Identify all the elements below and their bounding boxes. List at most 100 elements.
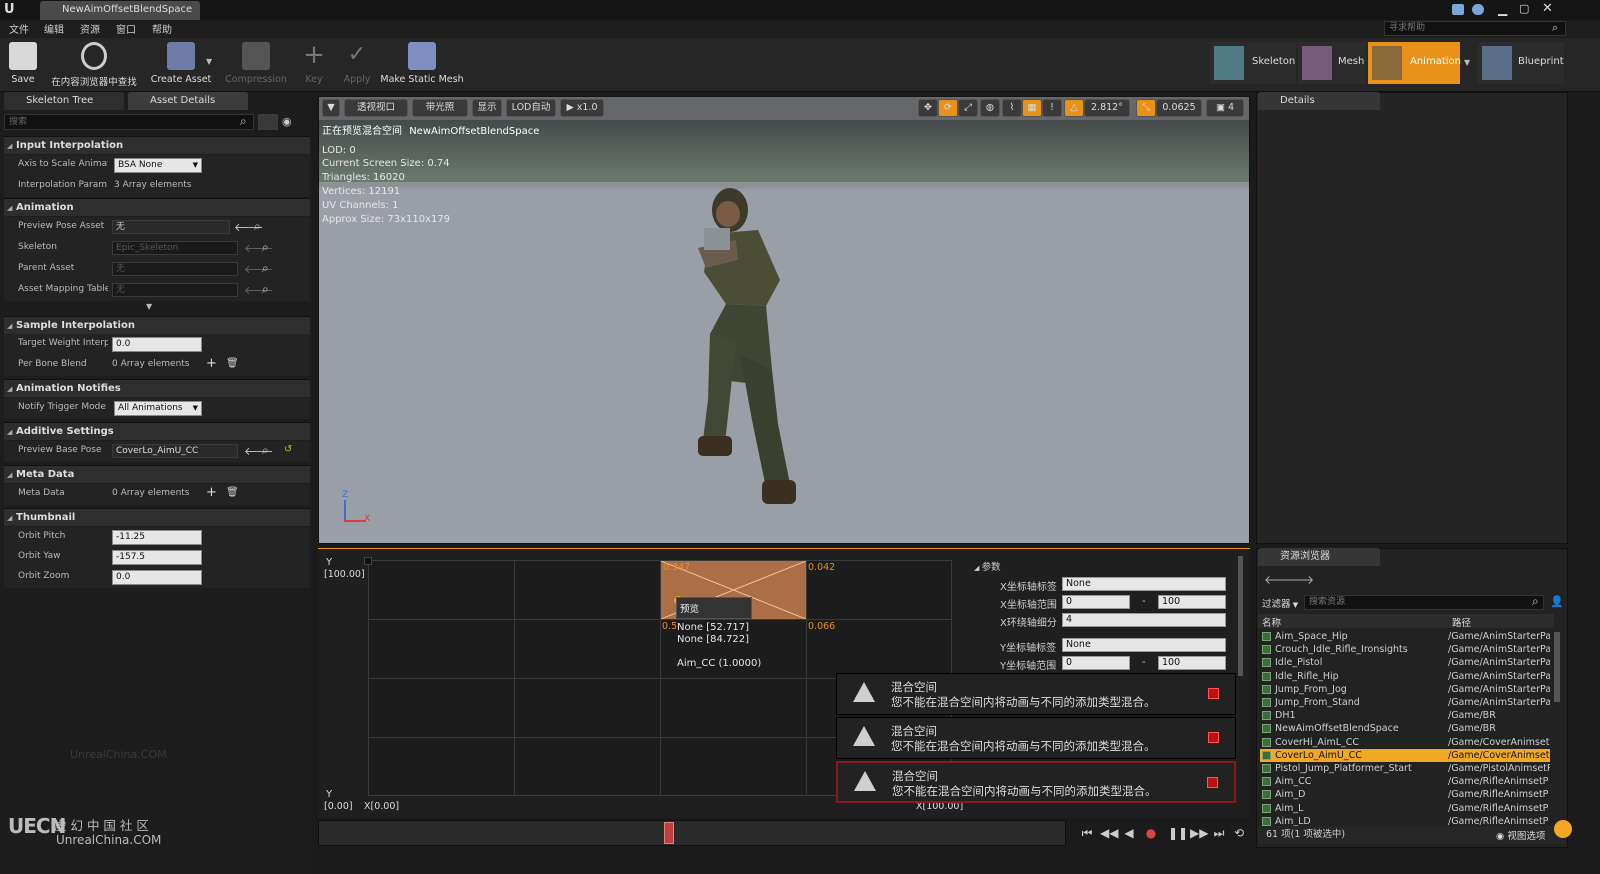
list-item[interactable]: Aim_L/Game/RifleAnimsetP (1260, 802, 1550, 815)
add-element-icon[interactable]: + (206, 485, 217, 500)
list-item[interactable]: Aim_CC/Game/RifleAnimsetP (1260, 775, 1550, 788)
section-sample-interpolation[interactable]: Sample Interpolation (4, 316, 310, 335)
x-divisions-input[interactable]: 4 (1062, 613, 1226, 627)
maximize-icon[interactable]: ▢ (1519, 2, 1533, 15)
mode-dropdown-icon[interactable]: ▼ (1464, 58, 1470, 67)
menu-asset[interactable]: 资源 (80, 21, 100, 36)
key-button[interactable]: + Key (296, 40, 332, 90)
menu-edit[interactable]: 编辑 (44, 21, 64, 36)
trash-icon[interactable]: 🗑 (226, 487, 239, 498)
loop-icon[interactable]: ⟲ (1232, 826, 1246, 840)
browse-icon[interactable]: ⌕ (262, 261, 269, 276)
mode-animation-button[interactable]: Animation (1368, 42, 1461, 84)
asset-editor-tab[interactable]: NewAimOffsetBlendSpace (40, 1, 200, 20)
lit-button[interactable]: 带光照 (412, 99, 468, 117)
close-icon[interactable]: ✕ (1542, 1, 1556, 16)
list-item[interactable]: Aim_Space_Hip/Game/AnimStarterPa (1260, 630, 1550, 643)
compression-button[interactable]: Compression (222, 40, 290, 90)
list-item[interactable]: Idle_Rifle_Hip/Game/AnimStarterPa (1260, 670, 1550, 683)
x-range-min-input[interactable]: 0 (1062, 595, 1130, 609)
menu-window[interactable]: 窗口 (116, 21, 136, 36)
step-back-icon[interactable]: ◀◀ (1100, 826, 1118, 840)
lod-button[interactable]: LOD自动 (506, 99, 556, 117)
menu-help[interactable]: 帮助 (152, 21, 172, 36)
browse-icon[interactable]: ⌕ (262, 443, 269, 458)
section-meta-data[interactable]: Meta Data (4, 465, 310, 484)
list-item[interactable]: DH1/Game/BR (1260, 709, 1550, 722)
minimize-icon[interactable]: ▁ (1498, 2, 1512, 16)
list-item[interactable]: CoverHi_AimL_CC/Game/CoverAnimsetI (1260, 736, 1550, 749)
scale-icon[interactable]: ⤢ (958, 99, 978, 117)
camera-speed-button[interactable]: ▣ 4 (1206, 99, 1244, 117)
user-icon[interactable]: 👤 (1550, 595, 1564, 608)
rotation-snap-value[interactable]: 2.812° (1084, 99, 1130, 117)
find-in-content-browser-button[interactable]: 在内容浏览器中查找 (46, 40, 142, 90)
scale-snap-value[interactable]: 0.0625 (1156, 99, 1202, 117)
col-path[interactable]: 路径 (1452, 615, 1471, 629)
property-matrix-icon[interactable] (258, 114, 278, 130)
notification-icon[interactable] (1452, 4, 1464, 15)
pause-icon[interactable]: ❚❚ (1168, 826, 1188, 840)
grid-snap-icon[interactable]: ▦ (1022, 99, 1042, 117)
list-item[interactable]: Jump_From_Jog/Game/AnimStarterPa (1260, 683, 1550, 696)
apply-button[interactable]: ✓ Apply (338, 40, 376, 90)
target-weight-input[interactable]: 0.0 (112, 337, 202, 352)
create-asset-dropdown-icon[interactable]: ▼ (206, 57, 212, 66)
section-additive-settings[interactable]: Additive Settings (4, 422, 310, 441)
play-reverse-icon[interactable]: ◀ (1122, 826, 1136, 840)
viewport-options-button[interactable]: ▼ (322, 99, 340, 117)
surface-snap-icon[interactable]: ⌇ (1002, 99, 1022, 117)
timeline-scrubber[interactable] (664, 822, 674, 844)
section-animation[interactable]: Animation (4, 198, 310, 217)
x-axis-label-input[interactable]: None (1062, 577, 1226, 591)
menu-file[interactable]: 文件 (9, 21, 29, 36)
list-item[interactable]: Pistol_Jump_Platformer_Start/Game/Pistol… (1260, 762, 1550, 775)
browse-icon[interactable]: ⌕ (262, 282, 269, 297)
browse-icon[interactable]: ⌕ (262, 240, 269, 255)
list-item[interactable]: Aim_D/Game/RifleAnimsetP (1260, 788, 1550, 801)
make-static-mesh-button[interactable]: Make Static Mesh (380, 40, 464, 90)
preview-pose-combo[interactable]: 无 (112, 220, 230, 234)
reset-to-default-icon[interactable]: ↺ (284, 444, 292, 455)
asset-search-input[interactable]: 搜索资源 (1304, 595, 1544, 610)
notify-mode-combo[interactable]: All Animations ▼ (114, 401, 202, 416)
tab-content-browser[interactable]: 资源浏览器 (1258, 548, 1380, 566)
forward-arrow-icon[interactable]: 🡒 (1282, 572, 1314, 587)
filter-button[interactable]: 过滤器 ▼ (1262, 596, 1298, 610)
grid-size-button[interactable]: ! (1042, 99, 1062, 117)
scale-snap-icon[interactable]: ⤡ (1136, 99, 1156, 117)
params-scrollbar[interactable] (1238, 556, 1243, 676)
params-header[interactable]: ◢ 参数 (974, 559, 1001, 573)
orbit-zoom-input[interactable]: 0.0 (112, 570, 202, 585)
base-pose-combo[interactable]: CoverLo_AimU_CC (112, 444, 238, 458)
y-range-max-input[interactable]: 100 (1158, 656, 1226, 670)
world-local-icon[interactable]: ◍ (980, 99, 1000, 117)
mode-skeleton-button[interactable]: Skeleton (1210, 42, 1296, 84)
tab-skeleton-tree[interactable]: Skeleton Tree (4, 92, 124, 110)
perspective-button[interactable]: 透视视口 (344, 99, 408, 117)
rotation-snap-icon[interactable]: △ (1064, 99, 1084, 117)
view-options-button[interactable]: ◉ 视图选项 (1496, 828, 1545, 842)
list-item[interactable]: Jump_From_Stand/Game/AnimStarterPa (1260, 696, 1550, 709)
close-icon[interactable] (1208, 688, 1219, 699)
list-item[interactable]: Idle_Pistol/Game/AnimStarterPa (1260, 656, 1550, 669)
orbit-yaw-input[interactable]: -157.5 (112, 550, 202, 565)
step-forward-icon[interactable]: ▶▶ (1190, 826, 1208, 840)
y-axis-label-input[interactable]: None (1062, 638, 1226, 652)
mode-mesh-button[interactable]: Mesh (1298, 42, 1366, 84)
playback-speed-button[interactable]: ▶ x1.0 (560, 99, 604, 117)
close-icon[interactable] (1208, 732, 1219, 743)
list-item[interactable]: NewAimOffsetBlendSpace/Game/BR (1260, 722, 1550, 735)
browse-icon[interactable]: ⌕ (254, 219, 261, 234)
orbit-pitch-input[interactable]: -11.25 (112, 530, 202, 545)
x-range-max-input[interactable]: 100 (1158, 595, 1226, 609)
y-range-min-input[interactable]: 0 (1062, 656, 1130, 670)
tab-details[interactable]: Details (1258, 92, 1380, 110)
eye-icon[interactable]: ◉ (282, 115, 292, 128)
record-icon[interactable]: ● (1144, 826, 1158, 840)
add-element-icon[interactable]: + (206, 356, 217, 371)
section-thumbnail[interactable]: Thumbnail (4, 508, 310, 527)
skip-to-start-icon[interactable]: ⏮ (1080, 826, 1094, 840)
translate-icon[interactable]: ✥ (918, 99, 938, 117)
col-name[interactable]: 名称 (1262, 615, 1281, 629)
